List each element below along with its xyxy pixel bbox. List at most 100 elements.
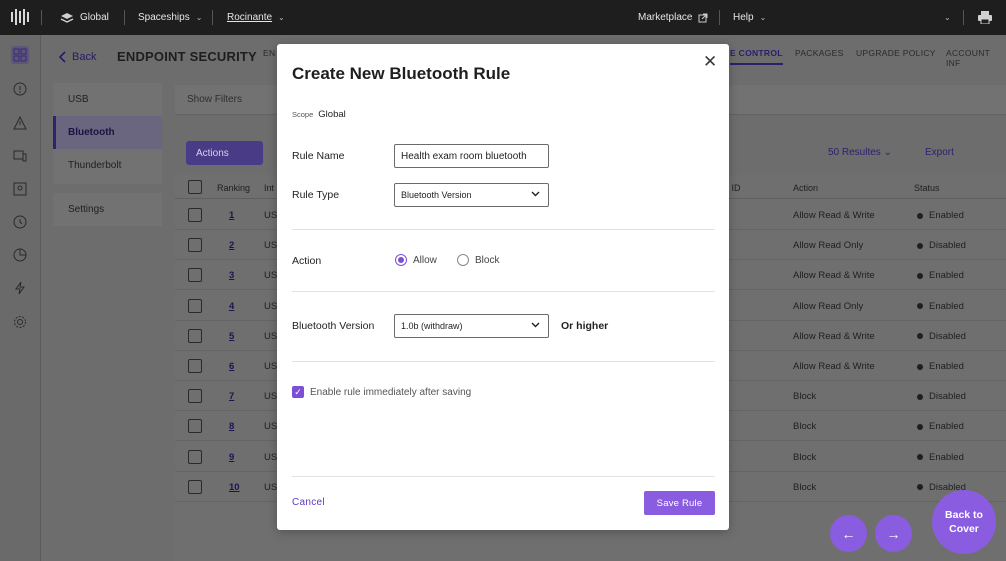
tab-partial-left[interactable]: EN <box>263 48 275 58</box>
enable-rule-checkbox[interactable]: ✓ Enable rule immediately after saving <box>292 386 471 398</box>
help-menu[interactable]: Help ⌄ <box>733 0 766 35</box>
tab-device-control[interactable]: E CONTROL <box>730 48 783 65</box>
next-arrow-button[interactable]: → <box>875 515 912 552</box>
status-label: Disabled <box>929 391 966 403</box>
devices-icon[interactable] <box>11 147 29 165</box>
tab-upgrade-policy[interactable]: UPGRADE POLICY <box>856 48 936 58</box>
footer-divider <box>292 476 715 477</box>
header-ranking[interactable]: Ranking <box>217 183 250 193</box>
results-count-dropdown[interactable]: 50 Resultes ⌄ <box>828 147 892 158</box>
topbar-divider <box>212 10 213 25</box>
rank-link[interactable]: 9 <box>229 452 234 463</box>
subnav-item-bluetooth[interactable]: Bluetooth <box>53 116 162 149</box>
dashboard-icon[interactable] <box>11 46 29 64</box>
rule-type-select[interactable]: Bluetooth Version <box>394 183 549 207</box>
rule-name-input[interactable]: Health exam room bluetooth <box>394 144 549 168</box>
history-icon[interactable] <box>11 213 29 231</box>
action-cell: Block <box>793 481 817 493</box>
info-icon[interactable] <box>11 80 29 98</box>
status-dot-icon <box>917 363 923 370</box>
row-checkbox[interactable] <box>188 419 202 434</box>
row-checkbox[interactable] <box>188 359 202 373</box>
subnav-item-thunderbolt[interactable]: Thunderbolt <box>53 149 162 182</box>
section-divider <box>292 229 715 230</box>
rank-link[interactable]: 5 <box>229 331 234 342</box>
row-checkbox[interactable] <box>188 238 202 253</box>
export-button[interactable]: Export <box>925 147 954 158</box>
radio-unselected-icon <box>457 254 469 266</box>
tab-account-info[interactable]: ACCOUNT INF <box>946 48 1006 68</box>
status-cell: Disabled <box>917 391 966 402</box>
action-cell: Block <box>793 451 817 463</box>
header-action[interactable]: Action <box>793 183 818 193</box>
actions-button[interactable]: Actions <box>186 141 263 165</box>
chevron-down-icon: ⌄ <box>759 13 767 22</box>
header-id[interactable]: l ID <box>727 183 741 193</box>
rank-link[interactable]: 1 <box>229 210 234 221</box>
marketplace-link[interactable]: Marketplace <box>638 0 708 35</box>
project-label: Spaceships <box>138 12 190 23</box>
cancel-button[interactable]: Cancel <box>292 497 325 508</box>
scope-label: Scope <box>292 110 314 119</box>
action-cell: Allow Read & Write <box>793 361 875 372</box>
warning-icon[interactable] <box>11 114 29 132</box>
action-radio-allow[interactable]: Allow <box>395 254 437 266</box>
action-radio-block[interactable]: Block <box>457 254 499 266</box>
save-rule-button[interactable]: Save Rule <box>644 491 715 515</box>
reports-pie-icon[interactable] <box>11 246 29 264</box>
subnav-item-settings[interactable]: Settings <box>53 193 162 226</box>
row-checkbox[interactable] <box>188 298 202 313</box>
export-label: Export <box>925 147 954 158</box>
header-status[interactable]: Status <box>914 183 940 193</box>
status-cell: Enabled <box>917 361 964 372</box>
back-to-cover-button[interactable]: Back to Cover <box>932 490 996 554</box>
chevron-left-icon <box>58 51 66 63</box>
create-rule-dialog: Create New Bluetooth Rule ✕ Scope Global… <box>277 44 729 530</box>
printer-button[interactable] <box>978 0 992 35</box>
prev-arrow-button[interactable]: ← <box>830 515 867 552</box>
row-checkbox[interactable] <box>188 208 202 222</box>
status-label: Enabled <box>929 421 964 433</box>
back-link[interactable]: Back <box>58 51 96 63</box>
rank-link[interactable]: 8 <box>229 421 234 432</box>
select-all-checkbox[interactable] <box>188 180 202 194</box>
device-type-nav: USB Bluetooth Thunderbolt <box>53 83 162 184</box>
rank-link[interactable]: 7 <box>229 391 234 402</box>
rank-link[interactable]: 3 <box>229 270 234 281</box>
header-interface[interactable]: Int <box>264 183 274 193</box>
row-checkbox[interactable] <box>188 268 202 283</box>
rank-link[interactable]: 2 <box>229 240 234 251</box>
lightning-icon[interactable] <box>11 279 29 297</box>
action-cell: Block <box>793 391 817 403</box>
status-cell: Enabled <box>917 301 964 312</box>
rank-link[interactable]: 10 <box>229 482 240 493</box>
settings-gear-icon[interactable] <box>11 313 29 331</box>
rank-link[interactable]: 6 <box>229 361 234 372</box>
app-logo-icon[interactable] <box>11 8 29 26</box>
scope-selector[interactable]: Global <box>60 0 109 35</box>
actions-label: Actions <box>196 147 229 159</box>
status-cell: Disabled <box>917 240 966 251</box>
row-checkbox[interactable] <box>188 479 202 494</box>
row-checkbox[interactable] <box>188 328 202 343</box>
action-cell: Allow Read & Write <box>793 270 875 282</box>
row-checkbox[interactable] <box>188 449 202 464</box>
subnav-item-usb[interactable]: USB <box>53 83 162 116</box>
interface-cell: US <box>264 270 278 282</box>
interface-cell: US <box>264 330 278 342</box>
rule-type-label: Rule Type <box>292 189 340 201</box>
user-profile-icon[interactable] <box>11 180 29 198</box>
left-rail <box>0 35 41 561</box>
close-icon[interactable]: ✕ <box>703 53 717 70</box>
user-menu-toggle[interactable]: ⌄ <box>944 0 951 35</box>
dialog-title: Create New Bluetooth Rule <box>292 64 511 83</box>
rule-name-value: Health exam room bluetooth <box>401 150 527 162</box>
ship-selector[interactable]: Rocinante ⌄ <box>227 0 285 35</box>
rank-link[interactable]: 4 <box>229 301 234 312</box>
project-selector[interactable]: Spaceships ⌄ <box>138 0 202 35</box>
row-checkbox[interactable] <box>188 389 202 404</box>
interface-cell: US <box>264 481 278 493</box>
bluetooth-version-select[interactable]: 1.0b (withdraw) <box>394 314 549 338</box>
tab-packages[interactable]: PACKAGES <box>795 48 844 58</box>
top-bar: Global Spaceships ⌄ Rocinante ⌄ Marketpl… <box>0 0 1006 35</box>
